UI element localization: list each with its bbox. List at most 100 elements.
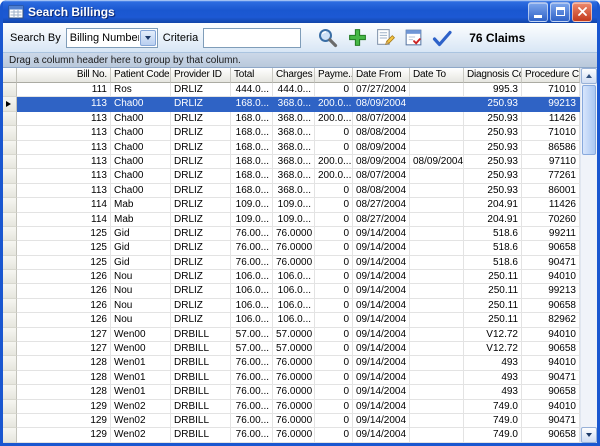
cell[interactable] <box>410 241 464 255</box>
grid-row[interactable]: 126NouDRLIZ106.0...106.0...009/14/200425… <box>3 313 580 327</box>
cell[interactable]: 0 <box>315 184 353 198</box>
scroll-track[interactable] <box>581 156 597 427</box>
cell[interactable]: 113 <box>17 97 111 111</box>
cell[interactable]: 0 <box>315 299 353 313</box>
cell[interactable]: 08/27/2004 <box>353 198 410 212</box>
cell[interactable]: 368.0... <box>273 112 315 126</box>
cell[interactable]: 250.93 <box>464 112 522 126</box>
cell[interactable]: 493 <box>464 371 522 385</box>
cell[interactable]: 106.0... <box>231 284 273 298</box>
check-button[interactable] <box>430 27 454 49</box>
cell[interactable]: 995.3 <box>464 83 522 97</box>
cell[interactable]: 250.93 <box>464 126 522 140</box>
cell[interactable]: 168.0... <box>231 112 273 126</box>
cell[interactable]: DRBILL <box>171 342 231 356</box>
cell[interactable]: 94010 <box>522 328 580 342</box>
cell[interactable]: Mab <box>111 213 171 227</box>
cell[interactable] <box>410 414 464 428</box>
cell[interactable]: 08/07/2004 <box>353 112 410 126</box>
grid-row[interactable]: 113Cha00DRLIZ168.0...368.0...008/09/2004… <box>3 141 580 155</box>
grid-row[interactable]: 126NouDRLIZ106.0...106.0...009/14/200425… <box>3 299 580 313</box>
cell[interactable]: 129 <box>17 428 111 442</box>
column-header[interactable]: Procedure Code <box>522 68 580 83</box>
cell[interactable]: 90658 <box>522 299 580 313</box>
cell[interactable]: 08/27/2004 <box>353 213 410 227</box>
cell[interactable]: 113 <box>17 155 111 169</box>
cell[interactable] <box>410 169 464 183</box>
cell[interactable]: 0 <box>315 371 353 385</box>
cell[interactable]: 76.00... <box>231 356 273 370</box>
row-indicator[interactable] <box>3 169 17 183</box>
cell[interactable]: 106.0... <box>273 313 315 327</box>
row-indicator[interactable] <box>3 299 17 313</box>
cell[interactable]: 127 <box>17 328 111 342</box>
cell[interactable]: 90658 <box>522 385 580 399</box>
cell[interactable]: 106.0... <box>231 299 273 313</box>
edit-button[interactable] <box>374 26 397 49</box>
cell[interactable]: 71010 <box>522 126 580 140</box>
cell[interactable] <box>410 385 464 399</box>
row-indicator[interactable] <box>3 400 17 414</box>
cell[interactable]: DRLIZ <box>171 155 231 169</box>
grid-row[interactable]: 127Wen00DRBILL57.00...57.0000009/14/2004… <box>3 328 580 342</box>
cell[interactable]: 09/14/2004 <box>353 313 410 327</box>
grid-row[interactable]: 113Cha00DRLIZ168.0...368.0...200.0...08/… <box>3 97 580 111</box>
cell[interactable] <box>410 184 464 198</box>
cell[interactable]: Mab <box>111 198 171 212</box>
add-button[interactable] <box>346 26 369 49</box>
cell[interactable]: DRLIZ <box>171 83 231 97</box>
minimize-button[interactable] <box>528 2 548 22</box>
cell[interactable]: Cha00 <box>111 169 171 183</box>
column-header[interactable]: Diagnosis Code <box>464 68 522 83</box>
grid-row[interactable]: 128Wen01DRBILL76.00...76.0000009/14/2004… <box>3 371 580 385</box>
cell[interactable]: Wen01 <box>111 356 171 370</box>
cell[interactable]: 09/14/2004 <box>353 414 410 428</box>
vertical-scrollbar[interactable] <box>580 68 597 443</box>
grid-row[interactable]: 126NouDRLIZ106.0...106.0...009/14/200425… <box>3 270 580 284</box>
cell[interactable]: 09/14/2004 <box>353 227 410 241</box>
cell[interactable]: 0 <box>315 284 353 298</box>
cell[interactable]: 168.0... <box>231 169 273 183</box>
cell[interactable]: 518.6 <box>464 241 522 255</box>
cell[interactable]: 125 <box>17 241 111 255</box>
cell[interactable]: 109.0... <box>231 198 273 212</box>
cell[interactable]: 09/14/2004 <box>353 371 410 385</box>
cell[interactable]: 99213 <box>522 97 580 111</box>
cell[interactable]: 113 <box>17 112 111 126</box>
cell[interactable]: 368.0... <box>273 141 315 155</box>
cell[interactable]: 250.93 <box>464 184 522 198</box>
cell[interactable]: 71010 <box>522 83 580 97</box>
cell[interactable]: 250.93 <box>464 97 522 111</box>
cell[interactable]: 86001 <box>522 184 580 198</box>
grid-row[interactable]: 126NouDRLIZ106.0...106.0...009/14/200425… <box>3 284 580 298</box>
cell[interactable]: 09/14/2004 <box>353 241 410 255</box>
cell[interactable]: 113 <box>17 184 111 198</box>
cell[interactable]: 76.00... <box>231 428 273 442</box>
cell[interactable]: Nou <box>111 270 171 284</box>
cell[interactable]: 125 <box>17 256 111 270</box>
cell[interactable]: 09/14/2004 <box>353 270 410 284</box>
cell[interactable]: DRLIZ <box>171 184 231 198</box>
cell[interactable]: 250.11 <box>464 284 522 298</box>
cell[interactable]: 90658 <box>522 428 580 442</box>
cell[interactable]: 168.0... <box>231 184 273 198</box>
cell[interactable] <box>410 299 464 313</box>
cell[interactable]: 76.00... <box>231 256 273 270</box>
grid-row[interactable]: 127Wen00DRBILL57.00...57.0000009/14/2004… <box>3 342 580 356</box>
cell[interactable] <box>410 313 464 327</box>
grid-row[interactable]: 128Wen01DRBILL76.00...76.0000009/14/2004… <box>3 356 580 370</box>
cell[interactable]: 90471 <box>522 414 580 428</box>
cell[interactable]: Wen01 <box>111 385 171 399</box>
grid-row[interactable]: 113Cha00DRLIZ168.0...368.0...200.0...08/… <box>3 112 580 126</box>
cell[interactable]: 0 <box>315 227 353 241</box>
cell[interactable]: 200.0... <box>315 155 353 169</box>
grid-row[interactable]: 113Cha00DRLIZ168.0...368.0...008/08/2004… <box>3 184 580 198</box>
cell[interactable]: 368.0... <box>273 126 315 140</box>
cell[interactable] <box>410 227 464 241</box>
cell[interactable]: 0 <box>315 414 353 428</box>
grid-row[interactable]: 113Cha00DRLIZ168.0...368.0...200.0...08/… <box>3 169 580 183</box>
cell[interactable]: Nou <box>111 299 171 313</box>
dropdown-arrow-icon[interactable] <box>140 30 156 46</box>
cell[interactable]: 08/08/2004 <box>353 126 410 140</box>
cell[interactable]: 200.0... <box>315 169 353 183</box>
